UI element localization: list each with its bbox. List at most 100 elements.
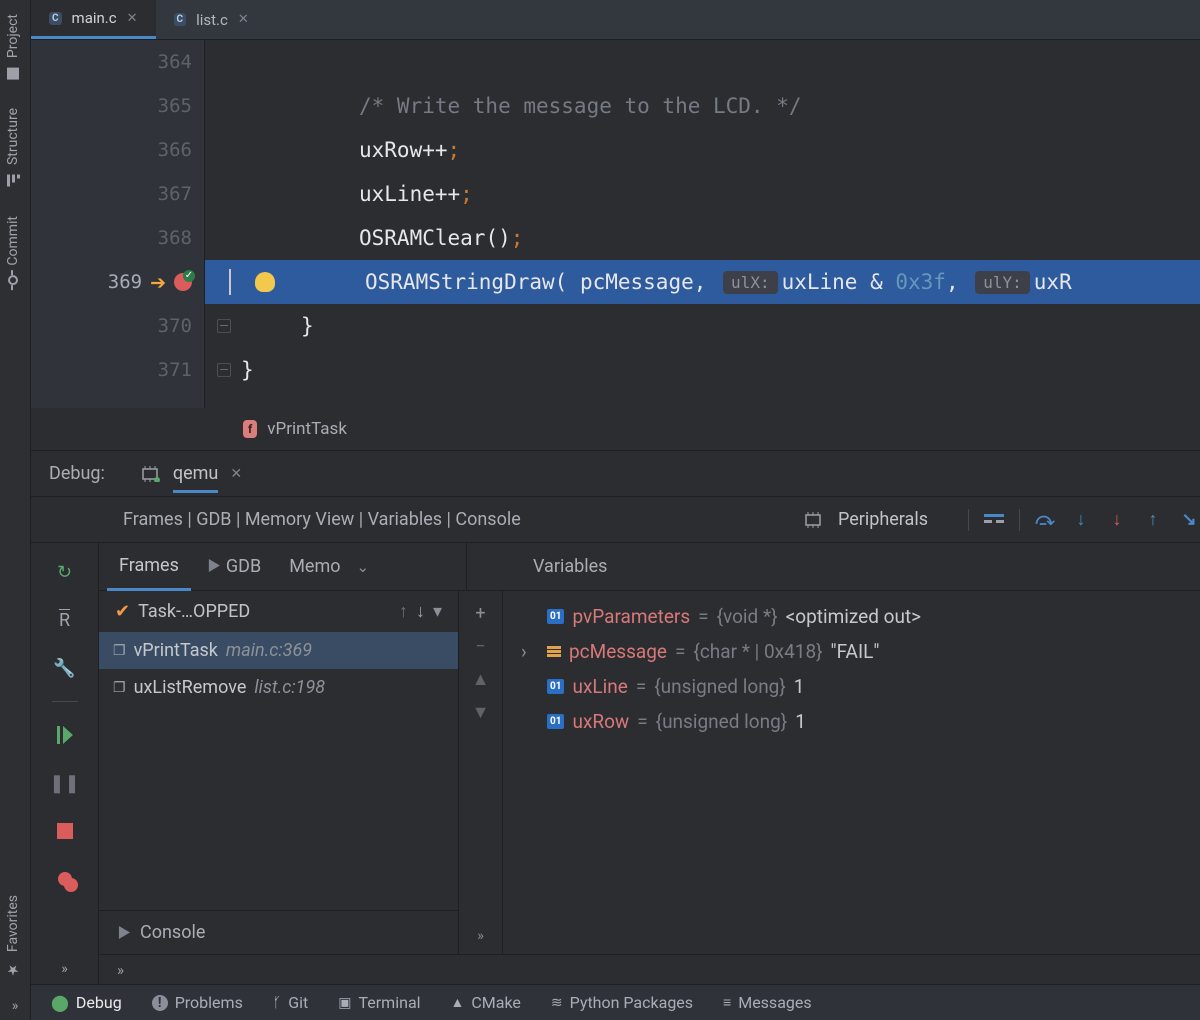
step-into-my-icon[interactable]: ↓	[1106, 509, 1128, 531]
expand-icon[interactable]: »	[50, 954, 80, 984]
play-icon	[117, 926, 130, 939]
check-icon: ✔	[115, 601, 130, 622]
add-watch-icon[interactable]: +	[475, 603, 485, 624]
expand-bottom[interactable]: »	[99, 954, 1200, 984]
primitive-icon: 01	[547, 609, 564, 624]
variable-row[interactable]: › pcMessage = {char * | 0x418} "FAIL"	[503, 634, 1200, 669]
editor[interactable]: 364 365 366 367 368 369 ➔ 370 371 /* Wri…	[31, 40, 1200, 408]
variable-actions: + − ▲ ▼ »	[459, 591, 503, 954]
status-bar: ⬤Debug !Problems ᚶGit ▣Terminal ▲CMake ≋…	[31, 984, 1200, 1020]
caret	[229, 269, 231, 295]
stack-frame[interactable]: ❐ uxListRemove list.c:198	[99, 669, 458, 706]
function-icon: f	[243, 420, 257, 438]
debug-toolbar: Frames | GDB | Memory View | Variables |…	[31, 496, 1200, 542]
packages-icon: ≋	[551, 995, 563, 1011]
debug-actions-toolbar: ↻ R 🔧 ❚❚ »	[31, 543, 99, 984]
resume-icon[interactable]	[50, 720, 80, 750]
gutter: 364 365 366 367 368 369 ➔ 370 371	[31, 40, 205, 408]
sidebar-project[interactable]: Project	[0, 0, 30, 94]
chip-icon	[802, 512, 824, 528]
step-out-icon[interactable]: ↑	[1142, 509, 1164, 531]
thread-dropdown-icon[interactable]: ▾	[433, 601, 442, 622]
tab-main-c[interactable]: C main.c ✕	[31, 0, 156, 39]
run-to-cursor-icon[interactable]: ↘	[1178, 509, 1200, 531]
param-hint: ulY:	[975, 271, 1030, 294]
sb-terminal[interactable]: ▣Terminal	[324, 993, 434, 1012]
param-hint: ulX:	[723, 271, 778, 294]
settings-icon[interactable]: 🔧	[50, 653, 80, 683]
sidebar-commit[interactable]: Commit	[0, 202, 30, 299]
tab-memory[interactable]: Memo	[277, 544, 352, 589]
reset-icon[interactable]: R	[50, 605, 80, 635]
primitive-icon: 01	[547, 679, 564, 694]
chevron-down-icon[interactable]: ⌄	[357, 558, 370, 576]
chip-icon	[139, 466, 161, 482]
close-icon[interactable]: ✕	[127, 11, 138, 26]
editor-tabs: C main.c ✕ C list.c ✕	[31, 0, 1200, 40]
thread-selector[interactable]: ✔ Task-…OPPED ↑ ↓ ▾	[99, 591, 458, 632]
step-over-icon[interactable]: ⤼	[1034, 509, 1056, 531]
sb-python-packages[interactable]: ≋Python Packages	[537, 993, 707, 1012]
prev-frame-icon[interactable]: ↑	[399, 601, 408, 622]
tab-list-c[interactable]: C list.c ✕	[156, 0, 267, 39]
execution-pointer-icon: ➔	[150, 271, 166, 294]
bug-icon: ⬤	[51, 993, 69, 1012]
stack-frame[interactable]: ❐ vPrintTask main.c:369	[99, 632, 458, 669]
editor-content[interactable]: /* Write the message to the LCD. */ uxRo…	[205, 40, 1200, 408]
warning-icon: !	[152, 995, 168, 1011]
sb-debug[interactable]: ⬤Debug	[37, 993, 136, 1012]
object-icon	[547, 646, 561, 657]
c-file-icon: C	[49, 12, 62, 25]
debug-config-name[interactable]: qemu	[173, 454, 218, 493]
debug-view-tabs: Frames GDB Memo ⌄ Variables	[99, 543, 1200, 591]
variable-row[interactable]: 01 uxRow = {unsigned long} 1	[503, 704, 1200, 739]
move-down-icon[interactable]: ▼	[472, 702, 490, 723]
left-toolbar: Project Structure Commit ★ Favorites »	[0, 0, 31, 1020]
frames-panel: ✔ Task-…OPPED ↑ ↓ ▾ ❐ vPrintTask main.c:…	[99, 591, 459, 954]
variable-row[interactable]: 01 uxLine = {unsigned long} 1	[503, 669, 1200, 704]
sidebar-structure[interactable]: Structure	[0, 94, 30, 203]
next-frame-icon[interactable]: ↓	[416, 601, 425, 622]
frame-icon: ❐	[113, 643, 126, 659]
lightbulb-icon[interactable]	[255, 272, 275, 292]
peripherals-button[interactable]: Peripherals	[838, 509, 928, 530]
sb-git[interactable]: ᚶGit	[259, 993, 322, 1012]
breadcrumb: f vPrintTask	[31, 408, 1200, 450]
terminal-icon: ▣	[338, 995, 351, 1011]
debug-tool-window-header: Debug: qemu ✕	[31, 450, 1200, 496]
rerun-icon[interactable]: ↻	[50, 557, 80, 587]
debug-body: ↻ R 🔧 ❚❚ » Frames GDB Memo ⌄ Variables	[31, 542, 1200, 984]
messages-icon: ≡	[723, 994, 731, 1011]
layout-icon[interactable]	[983, 509, 1005, 531]
expand-icon[interactable]: ›	[521, 640, 539, 663]
sidebar-expand[interactable]: »	[0, 992, 30, 1020]
sidebar-favorites[interactable]: ★ Favorites	[0, 881, 30, 992]
breadcrumb-function[interactable]: vPrintTask	[267, 419, 347, 439]
step-into-icon[interactable]: ↓	[1070, 509, 1092, 531]
pause-icon[interactable]: ❚❚	[50, 768, 80, 798]
fold-icon[interactable]: —	[217, 363, 231, 377]
sb-cmake[interactable]: ▲CMake	[437, 993, 535, 1012]
primitive-icon: 01	[547, 714, 564, 729]
frame-icon: ❐	[113, 680, 126, 696]
variables-panel: 01 pvParameters = {void *} <optimized ou…	[503, 591, 1200, 954]
tab-frames[interactable]: Frames	[107, 543, 191, 591]
console-tab-bottom[interactable]: Console	[99, 910, 458, 954]
branch-icon: ᚶ	[273, 995, 281, 1011]
layout-description: Frames | GDB | Memory View | Variables |…	[123, 509, 521, 530]
remove-watch-icon[interactable]: −	[475, 636, 485, 657]
fold-icon[interactable]: —	[217, 319, 231, 333]
breakpoint-icon[interactable]	[174, 273, 192, 291]
tab-gdb[interactable]: GDB	[195, 544, 273, 589]
variable-row[interactable]: 01 pvParameters = {void *} <optimized ou…	[503, 599, 1200, 634]
expand-vars-icon[interactable]: »	[477, 928, 484, 954]
close-icon[interactable]: ✕	[238, 12, 249, 27]
stop-icon[interactable]	[50, 816, 80, 846]
close-config-icon[interactable]: ✕	[230, 466, 242, 482]
sb-messages[interactable]: ≡Messages	[709, 993, 826, 1012]
breakpoints-icon[interactable]	[50, 864, 80, 894]
move-up-icon[interactable]: ▲	[472, 669, 490, 690]
variables-header: Variables	[521, 544, 619, 589]
c-file-icon: C	[174, 13, 187, 26]
sb-problems[interactable]: !Problems	[138, 993, 257, 1012]
